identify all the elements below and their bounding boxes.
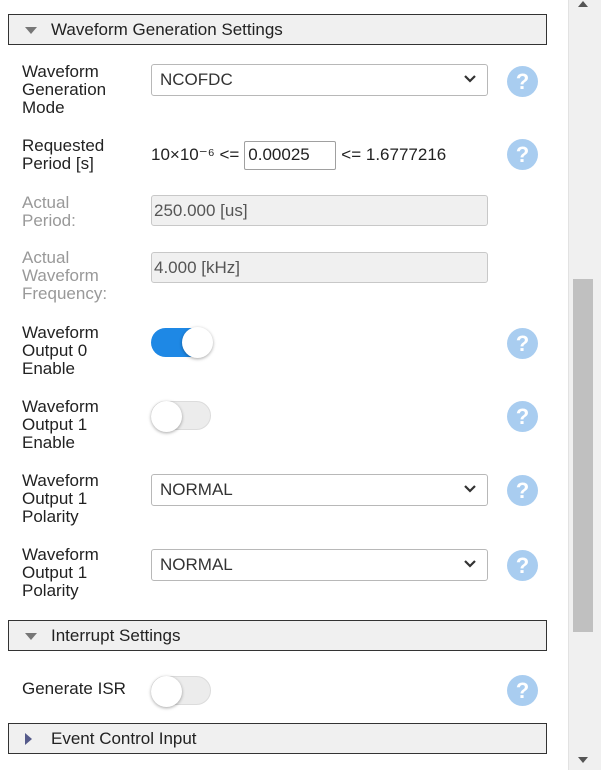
- output1-polarity-select[interactable]: NORMAL: [151, 549, 488, 581]
- chevron-down-icon: [464, 560, 476, 568]
- field-label-requested-period: Requested Period [s]: [22, 137, 104, 173]
- label-line: Waveform: [22, 397, 99, 416]
- label-line: Period [s]: [22, 154, 94, 173]
- label-line: Waveform: [22, 266, 99, 285]
- label-line: Enable: [22, 433, 75, 452]
- help-icon[interactable]: ?: [507, 328, 538, 359]
- help-icon[interactable]: ?: [507, 401, 538, 432]
- actual-period-field: 250.000 [us]: [151, 195, 488, 226]
- scrollbar-thumb[interactable]: [573, 279, 593, 632]
- help-icon[interactable]: ?: [507, 550, 538, 581]
- requested-period-row: 10×10⁻⁶ <= 0.00025 <= 1.6777216: [151, 140, 446, 170]
- section-title: Interrupt Settings: [51, 625, 181, 645]
- triangle-right-icon: [25, 732, 37, 745]
- output1-polarity-select[interactable]: NORMAL: [151, 474, 488, 506]
- toggle-knob: [182, 327, 213, 358]
- label-line: Period:: [22, 211, 76, 230]
- field-label-mode: Waveform Generation Mode: [22, 63, 106, 117]
- toggle-knob: [151, 676, 182, 707]
- label-line: Waveform: [22, 471, 99, 490]
- label-line: Waveform: [22, 545, 99, 564]
- label-line: Waveform: [22, 323, 99, 342]
- label-line: Generation: [22, 80, 107, 99]
- select-value: NORMAL: [160, 480, 233, 499]
- section-title: Waveform Generation Settings: [51, 19, 283, 39]
- label-line: Output 1: [22, 489, 88, 508]
- section-header-event-control[interactable]: Event Control Input: [8, 723, 547, 754]
- help-icon[interactable]: ?: [507, 475, 538, 506]
- chevron-down-icon: [464, 75, 476, 83]
- scroll-down-arrow-icon[interactable]: [578, 757, 588, 763]
- field-label-actual-period: Actual Period:: [22, 194, 76, 230]
- label-line: Polarity: [22, 581, 79, 600]
- label-line: Enable: [22, 359, 75, 378]
- label-line: Frequency:: [22, 284, 108, 303]
- output1-enable-toggle[interactable]: [151, 401, 211, 432]
- section-title: Event Control Input: [51, 728, 197, 748]
- label-line: Output 1: [22, 563, 88, 582]
- label-line: Requested: [22, 136, 105, 155]
- requested-period-input[interactable]: 0.00025: [244, 140, 337, 170]
- field-label-output1-polarity: Waveform Output 1 Polarity: [22, 472, 99, 526]
- period-max-text: <= 1.6777216: [341, 145, 447, 164]
- select-value: NCOFDC: [160, 70, 233, 89]
- chevron-down-icon: [464, 485, 476, 493]
- generate-isr-toggle[interactable]: [151, 676, 211, 707]
- output0-enable-toggle[interactable]: [151, 327, 213, 358]
- help-icon[interactable]: ?: [507, 675, 538, 706]
- label-line: Output 1: [22, 415, 88, 434]
- field-label-actual-frequency: Actual Waveform Frequency:: [22, 249, 107, 303]
- field-label-generate-isr: Generate ISR: [22, 679, 126, 698]
- help-icon[interactable]: ?: [507, 139, 538, 170]
- label-line: Actual: [22, 193, 70, 212]
- field-label-output0-enable: Waveform Output 0 Enable: [22, 324, 99, 378]
- triangle-down-icon: [25, 630, 37, 642]
- scroll-up-arrow-icon[interactable]: [578, 1, 588, 7]
- field-label-output1-polarity: Waveform Output 1 Polarity: [22, 546, 99, 600]
- section-header-waveform[interactable]: Waveform Generation Settings: [8, 14, 547, 45]
- settings-panel: Waveform Generation Settings Waveform Ge…: [0, 0, 568, 770]
- select-value: NORMAL: [160, 555, 233, 574]
- label-line: Waveform: [22, 62, 99, 81]
- help-icon[interactable]: ?: [507, 66, 538, 97]
- actual-frequency-field: 4.000 [kHz]: [151, 252, 488, 283]
- label-line: Mode: [22, 98, 65, 117]
- period-min-text: 10×10⁻⁶ <=: [151, 145, 240, 164]
- label-line: Polarity: [22, 507, 79, 526]
- mode-select[interactable]: NCOFDC: [151, 64, 488, 96]
- label-line: Output 0: [22, 341, 88, 360]
- section-header-interrupt[interactable]: Interrupt Settings: [8, 620, 547, 651]
- triangle-down-icon: [25, 24, 37, 36]
- field-label-output1-enable: Waveform Output 1 Enable: [22, 398, 99, 452]
- toggle-knob: [151, 401, 182, 432]
- label-line: Actual: [22, 248, 70, 267]
